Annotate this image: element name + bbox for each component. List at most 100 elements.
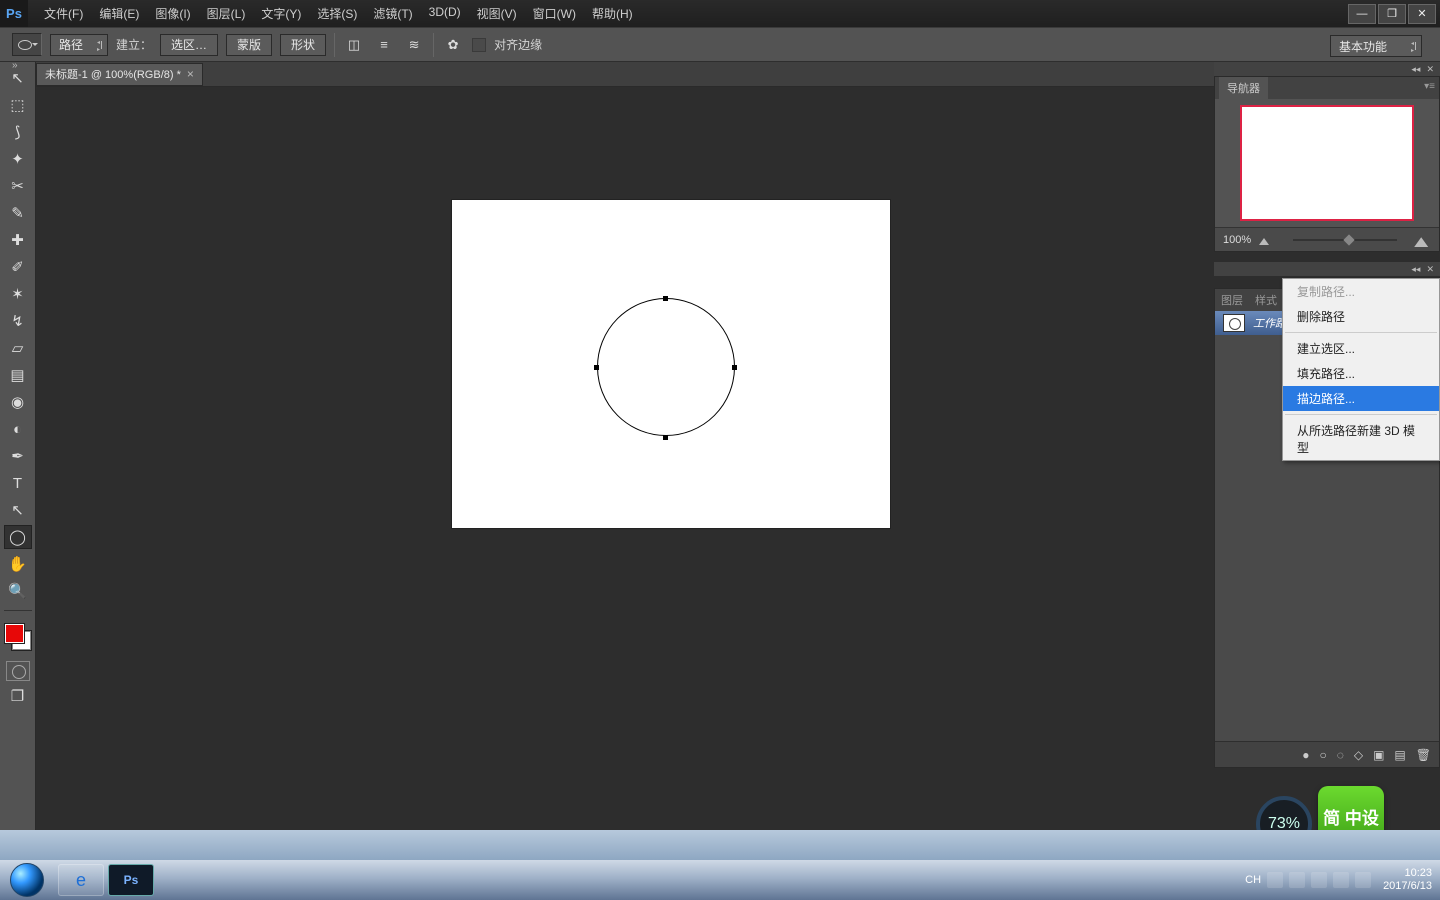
zoom-in-icon[interactable] [1414,233,1434,247]
menu-filter[interactable]: 滤镜(T) [367,2,418,25]
anchor-right[interactable] [732,365,737,370]
minimize-button[interactable]: — [1348,4,1376,24]
panel-collapse-row: ◂◂ ✕ [1214,62,1440,76]
stamp-tool[interactable]: ✶ [4,282,32,306]
fill-path-icon[interactable]: ● [1302,748,1309,762]
tray-volume-icon[interactable] [1355,872,1371,888]
move-tool[interactable]: ↖ [4,66,32,90]
titlebar: Ps 文件(F) 编辑(E) 图像(I) 图层(L) 文字(Y) 选择(S) 滤… [0,0,1440,27]
path-align-icon[interactable]: ≡ [373,34,395,56]
ctx-make-selection[interactable]: 建立选区... [1283,336,1439,361]
magic-wand-tool[interactable]: ✦ [4,147,32,171]
start-button[interactable] [0,860,54,900]
tray-help-icon[interactable] [1289,872,1305,888]
menu-edit[interactable]: 编辑(E) [93,2,145,25]
ctx-stroke-path[interactable]: 描边路径... [1283,386,1439,411]
add-mask-icon[interactable]: ▣ [1373,748,1384,762]
ctx-fill-path[interactable]: 填充路径... [1283,361,1439,386]
pen-tool[interactable]: ✒ [4,444,32,468]
taskbar-photoshop[interactable]: Ps [108,864,154,896]
quick-mask-toggle[interactable] [6,661,30,681]
tab-styles[interactable]: 样式 [1249,289,1283,311]
divider [1285,414,1437,415]
divider [4,610,32,611]
divider [334,33,335,57]
crop-tool[interactable]: ✂ [4,174,32,198]
tab-layers[interactable]: 图层 [1215,289,1249,311]
stroke-path-icon[interactable]: ○ [1319,748,1326,762]
tray-lang[interactable]: CH [1245,874,1261,886]
collapse-icon[interactable]: ◂◂ [1411,64,1420,75]
zoom-tool[interactable]: 🔍 [4,579,32,603]
navigator-tab[interactable]: 导航器 [1219,77,1268,99]
path-select-tool[interactable]: ↖ [4,498,32,522]
gear-icon[interactable]: ✿ [442,34,464,56]
delete-path-icon[interactable]: 🗑 [1416,748,1431,762]
tray-shield-icon[interactable] [1311,872,1327,888]
panel-menu-icon[interactable]: ▾≡ [1424,81,1435,92]
menu-file[interactable]: 文件(F) [38,2,89,25]
dodge-tool[interactable]: ◐ [4,417,32,441]
close-panel-icon[interactable]: ✕ [1426,64,1434,75]
anchor-bottom[interactable] [663,435,668,440]
tray-flag-icon[interactable] [1333,872,1349,888]
gradient-tool[interactable]: ▤ [4,363,32,387]
menu-window[interactable]: 窗口(W) [527,2,582,25]
history-brush-tool[interactable]: ↯ [4,309,32,333]
color-swatches[interactable] [3,622,33,652]
path-thumbnail [1223,314,1245,332]
marquee-tool[interactable]: ⬚ [4,93,32,117]
menu-view[interactable]: 视图(V) [471,2,523,25]
anchor-left[interactable] [594,365,599,370]
screen-mode-toggle[interactable]: ❐ [4,684,32,708]
menu-image[interactable]: 图像(I) [149,2,196,25]
brush-tool[interactable]: ✐ [4,255,32,279]
foreground-color-swatch[interactable] [5,624,24,643]
path-arrange-icon[interactable]: ≋ [403,34,425,56]
divider [433,33,434,57]
align-edges-checkbox[interactable] [472,38,486,52]
ellipse-path[interactable] [597,298,735,436]
anchor-top[interactable] [663,296,668,301]
maximize-button[interactable]: ❐ [1378,4,1406,24]
make-mask-button[interactable]: 蒙版 [226,34,272,56]
load-selection-icon[interactable]: ◌ [1337,748,1344,762]
navigator-zoom-slider[interactable] [1281,234,1409,246]
healing-tool[interactable]: ✚ [4,228,32,252]
tool-mode-dropdown[interactable]: 路径 [50,34,108,56]
tray-sogou-icon[interactable] [1267,872,1283,888]
close-panel-icon[interactable]: ✕ [1426,264,1434,275]
navigator-zoom[interactable]: 100% [1223,234,1251,246]
eyedropper-tool[interactable]: ✎ [4,201,32,225]
hand-tool[interactable]: ✋ [4,552,32,576]
taskbar-ie[interactable]: e [58,864,104,896]
eraser-tool[interactable]: ▱ [4,336,32,360]
path-combine-icon[interactable]: ◫ [343,34,365,56]
make-workpath-icon[interactable]: ◇ [1354,748,1363,762]
menu-layer[interactable]: 图层(L) [201,2,252,25]
menu-3d[interactable]: 3D(D) [423,2,467,25]
make-shape-button[interactable]: 形状 [280,34,326,56]
lasso-tool[interactable]: ⟆ [4,120,32,144]
close-tab-icon[interactable]: × [187,67,194,81]
ctx-new-3d-from-path[interactable]: 从所选路径新建 3D 模型 [1283,418,1439,460]
tray-clock[interactable]: 10:23 2017/6/13 [1383,867,1432,893]
blur-tool[interactable]: ◉ [4,390,32,414]
close-button[interactable]: ✕ [1408,4,1436,24]
tool-preset-picker[interactable] [12,33,42,56]
zoom-out-icon[interactable] [1259,235,1273,245]
make-selection-button[interactable]: 选区… [160,34,218,56]
slider-knob[interactable] [1343,234,1354,245]
ellipse-shape-tool[interactable]: ◯ [4,525,32,549]
ctx-delete-path[interactable]: 删除路径 [1283,304,1439,329]
app-logo: Ps [0,0,28,27]
collapse-icon[interactable]: ◂◂ [1411,264,1420,275]
document-tab[interactable]: 未标题-1 @ 100%(RGB/8) * × [36,63,203,86]
menu-select[interactable]: 选择(S) [311,2,363,25]
menu-type[interactable]: 文字(Y) [255,2,307,25]
workspace-switcher[interactable]: 基本功能 [1330,35,1422,57]
menu-help[interactable]: 帮助(H) [586,2,639,25]
type-tool[interactable]: T [4,471,32,495]
new-path-icon[interactable]: ▤ [1394,748,1405,762]
navigator-thumbnail[interactable] [1242,107,1412,219]
